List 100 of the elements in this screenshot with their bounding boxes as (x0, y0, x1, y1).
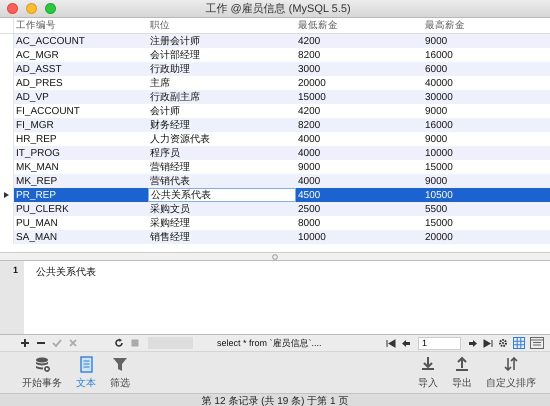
table-cell-text: 9000 (424, 34, 448, 48)
table-cell-text: MK_MAN (15, 160, 60, 174)
toolbar-label[interactable]: 筛选 (110, 376, 130, 390)
table-cell-text: 15000 (297, 90, 327, 104)
table-row[interactable]: PR_REP 公共关系代表 4500 10500 (0, 188, 550, 202)
table-cell-text: 8200 (297, 118, 322, 132)
table-cell-text: 40000 (424, 76, 454, 90)
table-cell-text: 9000 (424, 174, 448, 188)
table-cell-text: 2500 (297, 202, 322, 216)
table-row[interactable]: FI_ACCOUNT 会计师 4200 9000 (0, 104, 550, 118)
table-cell-text: PR_REP (15, 188, 58, 202)
table-cell-text: 6000 (424, 62, 448, 76)
table-cell-text: FI_ACCOUNT (15, 104, 81, 118)
table-cell-text: 10000 (297, 230, 327, 244)
refresh-icon[interactable] (114, 338, 124, 348)
sort-icon[interactable] (503, 356, 519, 372)
table-cell-text: 采购文员 (149, 202, 191, 216)
document-icon[interactable] (78, 356, 94, 372)
table-cell-text: SA_MAN (15, 230, 58, 244)
column-header[interactable]: 工作编号 (14, 18, 148, 33)
table-cell-text: 行政副主席 (149, 90, 201, 104)
table-cell-text: MK_REP (15, 174, 58, 188)
add-icon[interactable] (20, 338, 30, 348)
close-button[interactable] (7, 3, 18, 14)
table-cell-text: AD_VP (15, 90, 50, 104)
table-cell-text: 8200 (297, 48, 322, 62)
form-view-icon[interactable] (530, 337, 544, 349)
table-row[interactable]: AC_ACCOUNT 注册会计师 4200 9000 (0, 34, 550, 48)
table-row[interactable]: IT_PROG 程序员 4000 10000 (0, 146, 550, 160)
first-page-icon[interactable] (386, 338, 396, 348)
line-number: 1 (12, 265, 19, 275)
table-cell-text: 10000 (424, 146, 454, 160)
table-cell-text: PU_MAN (15, 216, 59, 230)
table-cell-text: 会计师 (149, 104, 181, 118)
table-cell-text: 8000 (297, 216, 322, 230)
table-row[interactable]: MK_REP 营销代表 4000 9000 (0, 174, 550, 188)
table-cell-text: AD_ASST (15, 62, 63, 76)
table-row[interactable]: SA_MAN 销售经理 10000 20000 (0, 230, 550, 244)
filter-icon[interactable] (112, 356, 128, 372)
table-cell-text: HR_REP (15, 132, 58, 146)
last-page-icon[interactable] (483, 338, 493, 348)
window-title: 工作 @雇员信息 (MySQL 5.5) (204, 2, 352, 16)
table-cell-text: AD_PRES (15, 76, 64, 90)
toolbar-label[interactable]: 自定义排序 (486, 376, 536, 390)
table-cell-text: 营销经理 (149, 160, 191, 174)
table-row[interactable]: FI_MGR 财务经理 8200 16000 (0, 118, 550, 132)
table-cell-text: 9000 (424, 132, 448, 146)
table-cell-text: 16000 (424, 48, 454, 62)
settings-icon[interactable] (498, 338, 508, 348)
table-row[interactable]: HR_REP 人力资源代表 4000 9000 (0, 132, 550, 146)
table-cell-text: 行政助理 (149, 62, 191, 76)
table-cell-text: 4000 (297, 146, 322, 160)
table-cell-text: 15000 (424, 160, 454, 174)
table-cell-text: 9000 (424, 104, 448, 118)
splitter-handle-icon[interactable] (272, 254, 278, 260)
table-cell-text: FI_MGR (15, 118, 55, 132)
table-cell-text: 10500 (424, 188, 454, 202)
text-editor[interactable]: 公共关系代表 (24, 261, 550, 334)
table-cell-text: 9000 (297, 160, 322, 174)
status-text: 第 12 条记录 (共 19 条) 于第 1 页 (202, 394, 348, 406)
table-cell-text: IT_PROG (15, 146, 61, 160)
table-row[interactable]: MK_MAN 营销经理 9000 15000 (0, 160, 550, 174)
table-cell-text: PU_CLERK (15, 202, 70, 216)
column-header[interactable]: 最低薪金 (296, 18, 423, 33)
previous-page-icon[interactable] (401, 338, 411, 348)
table-cell-text: 4200 (297, 34, 322, 48)
page-field[interactable]: 1 (418, 336, 461, 350)
table-cell-text: 程序员 (149, 146, 181, 160)
query-text: select * from `雇员信息`.... (217, 336, 322, 350)
table-row[interactable]: AC_MGR 会计部经理 8200 16000 (0, 48, 550, 62)
table-cell-text: 4000 (297, 174, 322, 188)
toolbar-label[interactable]: 导入 (418, 376, 438, 390)
table-cell-text: AC_MGR (15, 48, 60, 62)
table-cell-text: 销售经理 (149, 231, 191, 244)
toolbar-label[interactable]: 开始事务 (22, 376, 62, 390)
table-row[interactable]: AD_VP 行政副主席 15000 30000 (0, 90, 550, 104)
table-cell-text: 20000 (424, 230, 454, 244)
table-row[interactable]: PU_CLERK 采购文员 2500 5500 (0, 202, 550, 216)
table-cell-text: AC_ACCOUNT (15, 34, 86, 48)
table-row[interactable]: AD_ASST 行政助理 3000 6000 (0, 62, 550, 76)
export-icon[interactable] (454, 356, 470, 372)
table-row[interactable]: PU_MAN 采购经理 8000 15000 (0, 216, 550, 230)
table-cell-text: 营销代表 (149, 174, 191, 188)
table-cell-text: 财务经理 (149, 118, 191, 132)
toolbar-label[interactable]: 导出 (452, 376, 472, 390)
next-page-icon[interactable] (468, 338, 478, 348)
column-header[interactable]: 职位 (148, 18, 296, 33)
table-cell-text: 4200 (297, 104, 322, 118)
table-cell-text: 3000 (297, 62, 322, 76)
column-header[interactable]: 最高薪金 (423, 18, 550, 33)
grid-view-icon[interactable] (513, 337, 525, 349)
table-row[interactable]: AD_PRES 主席 20000 40000 (0, 76, 550, 90)
table-cell-text: 主席 (149, 76, 171, 90)
import-icon[interactable] (420, 356, 436, 372)
row-pointer-icon (4, 192, 9, 198)
table-cell-text: 20000 (297, 76, 327, 90)
table-cell-text: 注册会计师 (149, 34, 201, 48)
database-icon[interactable] (34, 356, 50, 372)
table-cell-text: 15000 (424, 216, 454, 230)
cell-edit-field[interactable]: 公共关系代表 (148, 188, 296, 202)
